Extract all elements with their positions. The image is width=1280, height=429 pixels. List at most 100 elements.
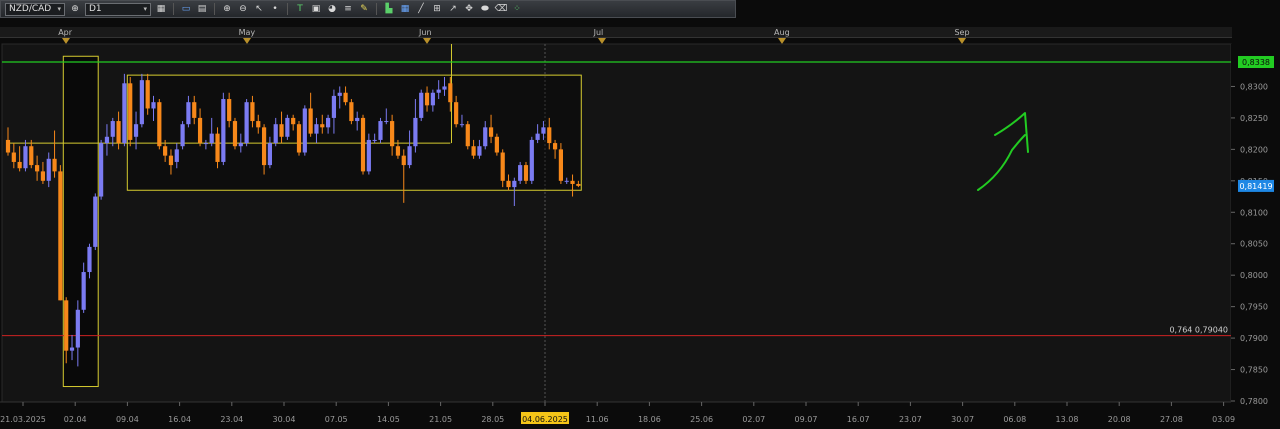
candle-body[interactable]	[197, 117, 203, 144]
candle-body[interactable]	[261, 127, 267, 166]
candle-body[interactable]	[506, 180, 511, 188]
candle-body[interactable]	[384, 121, 389, 123]
candle-body[interactable]	[104, 136, 110, 144]
candle-body[interactable]	[355, 117, 360, 122]
candle-body[interactable]	[564, 180, 569, 182]
candle-body[interactable]	[465, 124, 470, 147]
candle-body[interactable]	[99, 143, 104, 197]
candle-body[interactable]	[337, 92, 342, 96]
candle-body[interactable]	[535, 133, 540, 140]
range-box[interactable]	[126, 74, 582, 191]
candle-body[interactable]	[168, 155, 174, 166]
candle-body[interactable]	[256, 121, 261, 128]
candle-body[interactable]	[116, 121, 121, 144]
candle-body[interactable]	[430, 92, 435, 106]
candle-body[interactable]	[93, 196, 98, 247]
candle-body[interactable]	[378, 121, 383, 140]
candle-body[interactable]	[326, 117, 331, 128]
candle-body[interactable]	[215, 133, 220, 162]
candle-body[interactable]	[139, 80, 144, 125]
candle-body[interactable]	[459, 124, 465, 126]
candle-body[interactable]	[40, 171, 46, 181]
candle-body[interactable]	[227, 99, 232, 122]
candle-body[interactable]	[407, 146, 412, 166]
candle-body[interactable]	[279, 124, 284, 137]
candle-body[interactable]	[273, 124, 278, 144]
candle-body[interactable]	[285, 117, 290, 137]
candle-body[interactable]	[331, 95, 337, 118]
candle-body[interactable]	[302, 108, 307, 153]
candle-body[interactable]	[320, 124, 325, 128]
candle-body[interactable]	[128, 83, 133, 140]
candle-body[interactable]	[69, 347, 75, 351]
candle-body[interactable]	[11, 152, 16, 162]
candle-body[interactable]	[483, 127, 488, 147]
candle-body[interactable]	[174, 149, 179, 162]
candle-body[interactable]	[419, 92, 424, 118]
candle-body[interactable]	[477, 146, 482, 156]
candle-body[interactable]	[81, 272, 86, 310]
candle-body[interactable]	[343, 92, 348, 103]
candle-body[interactable]	[23, 146, 28, 169]
candle-body[interactable]	[29, 146, 34, 166]
candle-body[interactable]	[46, 158, 51, 181]
candle-body[interactable]	[570, 180, 575, 184]
candle-body[interactable]	[238, 143, 243, 147]
candle-body[interactable]	[308, 108, 313, 134]
candle-body[interactable]	[17, 161, 22, 169]
candle-body[interactable]	[291, 117, 296, 125]
candle-body[interactable]	[552, 143, 558, 150]
candle-body[interactable]	[512, 180, 517, 188]
candle-body[interactable]	[494, 136, 499, 153]
candle-body[interactable]	[244, 102, 249, 144]
candle-body[interactable]	[500, 152, 505, 181]
candle-body[interactable]	[157, 102, 162, 147]
candle-body[interactable]	[558, 149, 563, 181]
candle-body[interactable]	[529, 139, 534, 181]
candle-body[interactable]	[442, 86, 447, 90]
candle-body[interactable]	[232, 121, 238, 147]
candle-body[interactable]	[87, 246, 92, 273]
candle-body[interactable]	[180, 124, 185, 147]
candle-body[interactable]	[64, 300, 69, 351]
candle-body[interactable]	[372, 139, 377, 141]
candle-body[interactable]	[203, 143, 208, 145]
candle-body[interactable]	[52, 158, 57, 172]
candle-body[interactable]	[163, 146, 168, 156]
candle-body[interactable]	[192, 102, 197, 118]
candle-body[interactable]	[35, 165, 40, 172]
candle-body[interactable]	[413, 117, 418, 147]
candle-body[interactable]	[541, 127, 546, 134]
candle-body[interactable]	[267, 143, 272, 166]
candle-body[interactable]	[576, 183, 581, 186]
candle-body[interactable]	[436, 89, 441, 93]
candle-body[interactable]	[349, 102, 354, 122]
candle-body[interactable]	[5, 139, 11, 153]
candle-body[interactable]	[547, 127, 552, 144]
candle-body[interactable]	[390, 121, 395, 147]
candle-body[interactable]	[523, 165, 529, 181]
candle-body[interactable]	[296, 124, 302, 153]
candle-body[interactable]	[145, 80, 150, 109]
candle-body[interactable]	[221, 99, 226, 162]
candle-body[interactable]	[209, 133, 214, 144]
price-chart[interactable]: 0,83000,82500,82000,81500,81000,80500,80…	[0, 0, 1280, 429]
candle-body[interactable]	[401, 155, 406, 166]
candle-body[interactable]	[186, 102, 191, 125]
candle-body[interactable]	[471, 146, 476, 156]
candle-body[interactable]	[110, 121, 115, 137]
candle-body[interactable]	[133, 124, 139, 137]
candle-body[interactable]	[518, 165, 523, 181]
candle-body[interactable]	[395, 146, 401, 156]
drop-zone-box[interactable]	[62, 55, 99, 388]
candle-body[interactable]	[122, 83, 127, 144]
candle-body[interactable]	[151, 102, 156, 109]
candle-body[interactable]	[58, 171, 63, 301]
candle-body[interactable]	[366, 139, 371, 172]
candle-body[interactable]	[424, 92, 430, 106]
candle-body[interactable]	[488, 127, 494, 137]
candle-body[interactable]	[75, 309, 80, 348]
candle-body[interactable]	[448, 83, 453, 103]
candle-body[interactable]	[360, 117, 366, 172]
candle-body[interactable]	[454, 102, 459, 125]
